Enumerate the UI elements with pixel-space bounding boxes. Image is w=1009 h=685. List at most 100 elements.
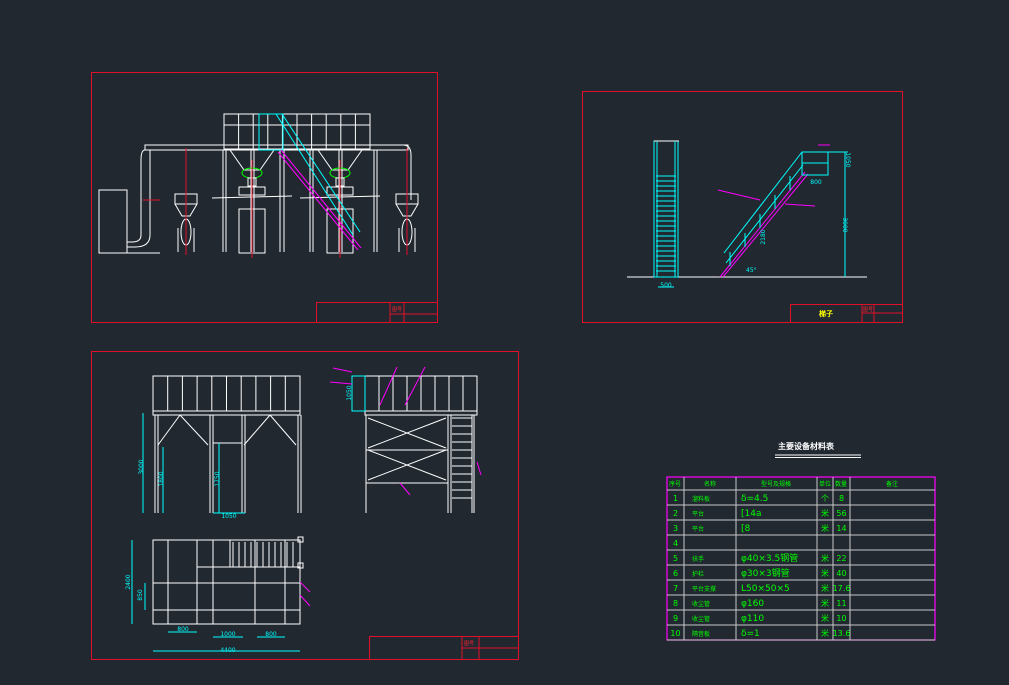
dim-span-1: 800	[177, 626, 189, 633]
leader	[717, 189, 761, 201]
title-block-mark: 图号	[863, 307, 873, 313]
table-header: 序号 名称 型号及规格 单位 数量 备注	[669, 480, 898, 488]
leader	[332, 367, 353, 373]
leader	[476, 461, 482, 476]
drawing-ladder: 梯子 图号 500 800 1050 3000 2180 45°	[582, 91, 903, 323]
brace	[269, 414, 297, 446]
cell-qty: 11	[836, 599, 846, 608]
dim-total-height: 3000	[138, 459, 145, 474]
deck-beam	[364, 410, 478, 416]
cell-spec: φ40×3.5钢管	[741, 552, 798, 564]
stair-stringer	[280, 149, 362, 249]
header-unit: 单位	[819, 480, 831, 488]
vertical-ladder	[653, 140, 679, 278]
dim-leg-a: 1800	[158, 471, 165, 486]
cell-spec: φ160	[741, 599, 764, 609]
cell-unit: 米	[821, 613, 829, 623]
header-qty: 数量	[835, 480, 847, 488]
stair-stringer	[722, 173, 809, 278]
cell-no: 9	[673, 614, 678, 623]
dim-stair-height: 3000	[841, 217, 848, 232]
stair-stringer	[719, 171, 806, 278]
cell-no: 1	[673, 494, 678, 503]
pipe-elbow	[127, 150, 151, 248]
cell-spec: [8	[741, 524, 751, 534]
stair-stringer	[277, 151, 359, 251]
drawing-equipment-elevation: 图号	[91, 72, 438, 323]
material-table: 主要设备材料表 序号 名称 型号及规格 单位 数量 备注 1 溜料板 δ=4.5 个 8…	[666, 441, 936, 641]
cell-qty: 14	[836, 524, 846, 533]
table-row: 5 扶手 φ40×3.5钢管 米 22	[673, 552, 847, 564]
equipment-geometry	[98, 113, 419, 258]
table-body: 1 溜料板 δ=4.5 个 8 2 平台 [14a 米 56 3 平台 [8 米 14 4 5 扶手 φ40×3.5…	[670, 494, 850, 639]
cell-unit: 个	[821, 494, 829, 503]
cell-qty: 13.6	[833, 629, 851, 638]
cell-name: 隔音板	[692, 630, 710, 638]
table-row: 4	[673, 539, 678, 548]
cell-spec: φ110	[741, 614, 764, 624]
table-row: 2 平台 [14a 米 56	[673, 508, 847, 519]
header-note: 备注	[886, 480, 898, 488]
table-row: 7 平台支撑 L50×50×5 米 17.6	[673, 583, 850, 594]
dim-rail-height: 1050	[346, 385, 353, 400]
dim-stair-length: 2180	[760, 229, 767, 244]
dim-leg-gap: 1050	[221, 513, 236, 520]
brace	[157, 414, 181, 446]
cell-qty: 17.6	[833, 584, 851, 593]
cell-unit: 米	[821, 553, 829, 563]
leader	[379, 366, 398, 406]
cell-spec: δ=4.5	[741, 494, 768, 504]
title-block: 图号	[316, 302, 438, 323]
stair-rail	[275, 113, 354, 236]
cell-unit: 米	[821, 583, 829, 593]
brace	[179, 414, 209, 446]
dim-plan-inner: 850	[137, 589, 144, 601]
dust-collector	[98, 189, 128, 254]
title-block: 梯子 图号	[790, 304, 903, 323]
table-row: 10 隔音板 δ=1 米 13.6	[670, 628, 850, 639]
plan-outline	[152, 539, 301, 625]
cell-spec: φ30×3钢管	[741, 567, 790, 579]
cell-name: 平台支撑	[692, 585, 716, 593]
cell-spec: δ=1	[741, 629, 760, 639]
cell-name: 护栏	[692, 570, 704, 578]
cell-unit: 米	[821, 508, 829, 518]
cell-no: 10	[670, 629, 680, 638]
cell-no: 3	[673, 524, 678, 533]
title-block-title: 梯子	[819, 309, 833, 318]
stair-rail	[281, 113, 361, 233]
dim-leg-b: 1750	[214, 471, 221, 486]
cell-no: 8	[673, 599, 678, 608]
leader	[299, 594, 311, 607]
cell-qty: 8	[839, 494, 844, 503]
sheet-frame	[91, 351, 519, 660]
ladder-geometry	[627, 140, 867, 288]
header-spec: 型号及规格	[761, 480, 791, 488]
deck-beam	[152, 410, 301, 416]
dim-ladder-width: 500	[660, 282, 672, 289]
cell-name: 平台	[692, 510, 704, 518]
cell-name: 扶手	[692, 555, 704, 563]
brace	[243, 414, 271, 446]
leader	[784, 203, 816, 207]
cell-name: 溜料板	[692, 495, 710, 503]
dim-box	[351, 375, 366, 412]
cell-name: 收尘管	[692, 615, 710, 623]
cell-no: 4	[673, 539, 678, 548]
platform-geometry	[131, 366, 482, 652]
title-block-mark: 图号	[464, 641, 474, 647]
dim-total-length: 4400	[220, 647, 235, 654]
table-row: 9 收尘管 φ110 米 10	[673, 613, 847, 624]
cell-qty: 22	[836, 554, 846, 563]
header-no: 序号	[669, 480, 681, 488]
handrail	[725, 164, 804, 264]
leader	[404, 366, 426, 406]
drawing-platform: 图号 3000 1800 1750 1050 1050 2400 850 800…	[91, 351, 519, 660]
cad-model-space[interactable]: 图号 梯子 图号 500 800 1050 3000 2180 45° 图号 3…	[0, 0, 1009, 685]
table-row: 8 收尘管 φ160 米 11	[673, 598, 847, 609]
cell-unit: 米	[821, 628, 829, 638]
sheet-frame	[91, 72, 438, 323]
dim-span-2: 1000	[220, 631, 235, 638]
cell-spec: L50×50×5	[741, 584, 790, 594]
table-row: 1 溜料板 δ=4.5 个 8	[673, 494, 844, 504]
